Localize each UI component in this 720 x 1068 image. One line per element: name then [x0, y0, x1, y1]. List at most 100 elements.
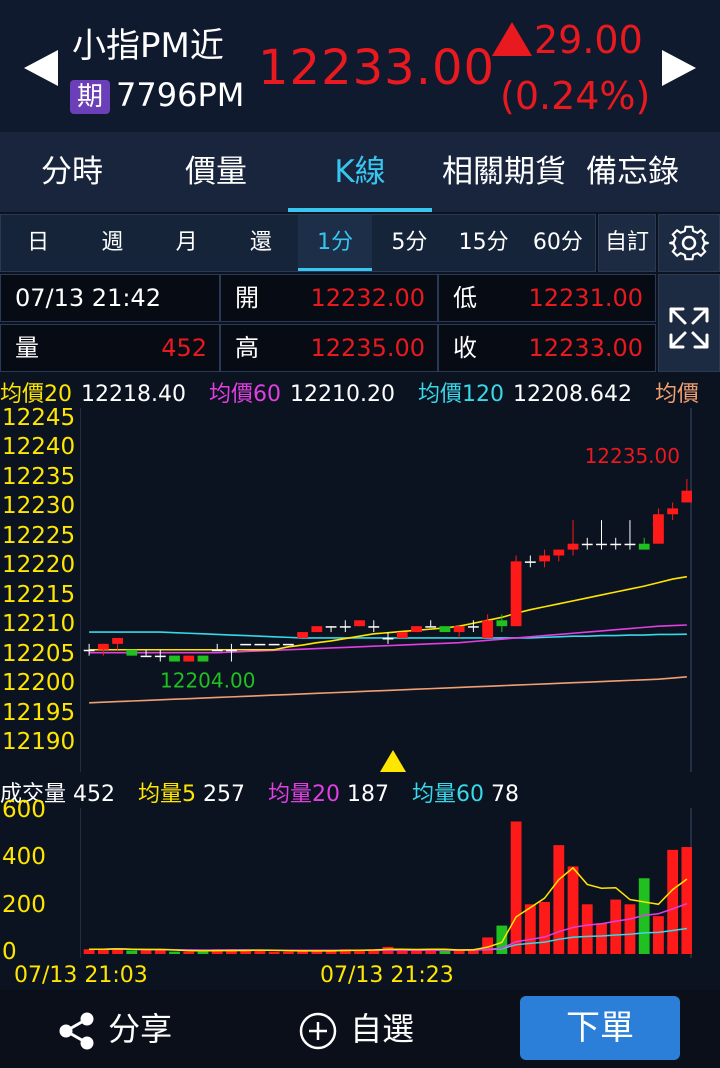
volume-bar	[197, 951, 209, 954]
high-label: 高	[235, 334, 259, 362]
candle-body	[311, 626, 323, 633]
settings-button[interactable]	[658, 214, 720, 272]
volume-bar	[453, 950, 465, 954]
share-label: 分享	[108, 1010, 173, 1048]
candle-body	[183, 655, 195, 662]
candlestick-chart[interactable]: 12235.00 12204.00	[80, 408, 692, 772]
period-60min[interactable]: 60分	[521, 215, 595, 271]
open-label: 開	[235, 284, 259, 312]
volume-tick-label: 600	[2, 797, 46, 823]
info-low-cell: 低 12231.00	[438, 274, 656, 322]
candle-body	[624, 543, 636, 546]
candle-body	[382, 637, 394, 640]
volume-tick-label: 0	[2, 939, 17, 965]
period-15min[interactable]: 15分	[447, 215, 521, 271]
ma120-label: 均價120	[417, 382, 504, 407]
place-order-button[interactable]: 下單	[520, 996, 680, 1060]
add-watchlist-button[interactable]: 自選	[298, 1006, 414, 1052]
price-tick-label: 12210	[2, 611, 76, 638]
volume-bar	[667, 849, 679, 954]
candle-body	[638, 543, 650, 550]
low-label: 低	[453, 284, 477, 312]
prev-symbol-icon[interactable]	[24, 50, 58, 86]
candle-body	[653, 514, 664, 544]
candle-body	[396, 632, 408, 638]
candle-body	[226, 649, 237, 652]
symbol-name: 小指PM近	[72, 26, 224, 66]
volume-legend-value: 452	[73, 782, 116, 807]
info-high-cell: 高 12235.00	[220, 324, 438, 372]
period-restore[interactable]: 還	[224, 215, 298, 271]
volume-legend: 成交量 452 均量5 257 均量20 187 均量60 78	[0, 776, 720, 808]
ma20-value: 12218.40	[81, 382, 186, 407]
ma60-value: 12210.20	[289, 382, 395, 407]
candle-body	[439, 626, 451, 633]
v60-label: 均量60	[412, 782, 485, 807]
watchlist-label: 自選	[350, 1010, 415, 1048]
price-tick-label: 12215	[2, 581, 76, 608]
cursor-triangle-icon[interactable]	[380, 750, 406, 772]
expand-icon	[669, 307, 709, 349]
candle-body	[211, 649, 223, 652]
period-month[interactable]: 月	[150, 215, 224, 271]
period-5min[interactable]: 5分	[372, 215, 446, 271]
candle-body	[197, 655, 209, 662]
share-button[interactable]: 分享	[56, 1006, 172, 1052]
close-value: 12233.00	[528, 334, 643, 362]
candle-body	[581, 543, 593, 546]
volume-label: 量	[15, 334, 39, 362]
period-week[interactable]: 週	[75, 215, 149, 271]
candle-body	[268, 643, 280, 646]
custom-period-button[interactable]: 自訂	[598, 214, 656, 272]
volume-bar	[681, 847, 692, 954]
volume-bar	[539, 901, 550, 954]
tab-memo[interactable]: 備忘錄	[576, 132, 720, 212]
up-triangle-icon	[492, 22, 532, 56]
candle-body	[254, 643, 266, 646]
volume-bar	[268, 951, 280, 954]
price-change-percent: (0.24%)	[500, 74, 651, 118]
candle-body	[282, 643, 294, 646]
candle-body	[482, 620, 494, 638]
period-day[interactable]: 日	[1, 215, 75, 271]
volume-bar	[510, 821, 522, 954]
tab-related-futures[interactable]: 相關期貨	[432, 132, 576, 212]
volume-bar	[140, 950, 152, 954]
tab-price-volume[interactable]: 價量	[144, 132, 288, 212]
tab-kline[interactable]: K線	[288, 132, 432, 212]
volume-bar	[282, 951, 294, 954]
candle-body	[496, 620, 508, 627]
candle-body	[567, 543, 579, 550]
v5-value: 257	[203, 782, 246, 807]
low-annotation: 12204.00	[160, 669, 255, 693]
candle-body	[411, 626, 422, 633]
candle-body	[510, 561, 522, 627]
symbol-code: 7796PM	[116, 76, 245, 114]
candle-body	[539, 555, 550, 562]
candle-body	[368, 626, 380, 628]
ma60-label: 均價60	[208, 382, 281, 407]
candle-body	[140, 655, 152, 658]
candle-body	[83, 649, 95, 652]
expand-chart-button[interactable]	[658, 274, 720, 372]
low-value: 12231.00	[528, 284, 643, 312]
volume-chart[interactable]	[80, 808, 692, 958]
last-price: 12233.00	[258, 40, 496, 96]
ma120-value: 12208.642	[512, 382, 632, 407]
candle-body	[467, 626, 479, 628]
candle-body	[681, 490, 692, 503]
period-1min[interactable]: 1分	[298, 215, 373, 271]
candle-body	[453, 626, 465, 633]
candle-body	[154, 655, 166, 658]
candle-body	[97, 643, 109, 650]
volume-bar	[610, 899, 622, 954]
period-selector: 日 週 月 還 1分 5分 15分 60分	[0, 214, 596, 272]
gear-icon	[669, 225, 709, 261]
volume-tick-label: 200	[2, 891, 46, 918]
price-tick-label: 12220	[2, 552, 76, 579]
info-close-cell: 收 12233.00	[438, 324, 656, 372]
next-symbol-icon[interactable]	[662, 50, 696, 86]
price-tick-label: 12240	[2, 434, 76, 461]
tab-timeshare[interactable]: 分時	[0, 132, 144, 212]
info-datetime-cell: 07/13 21:42	[0, 274, 220, 322]
